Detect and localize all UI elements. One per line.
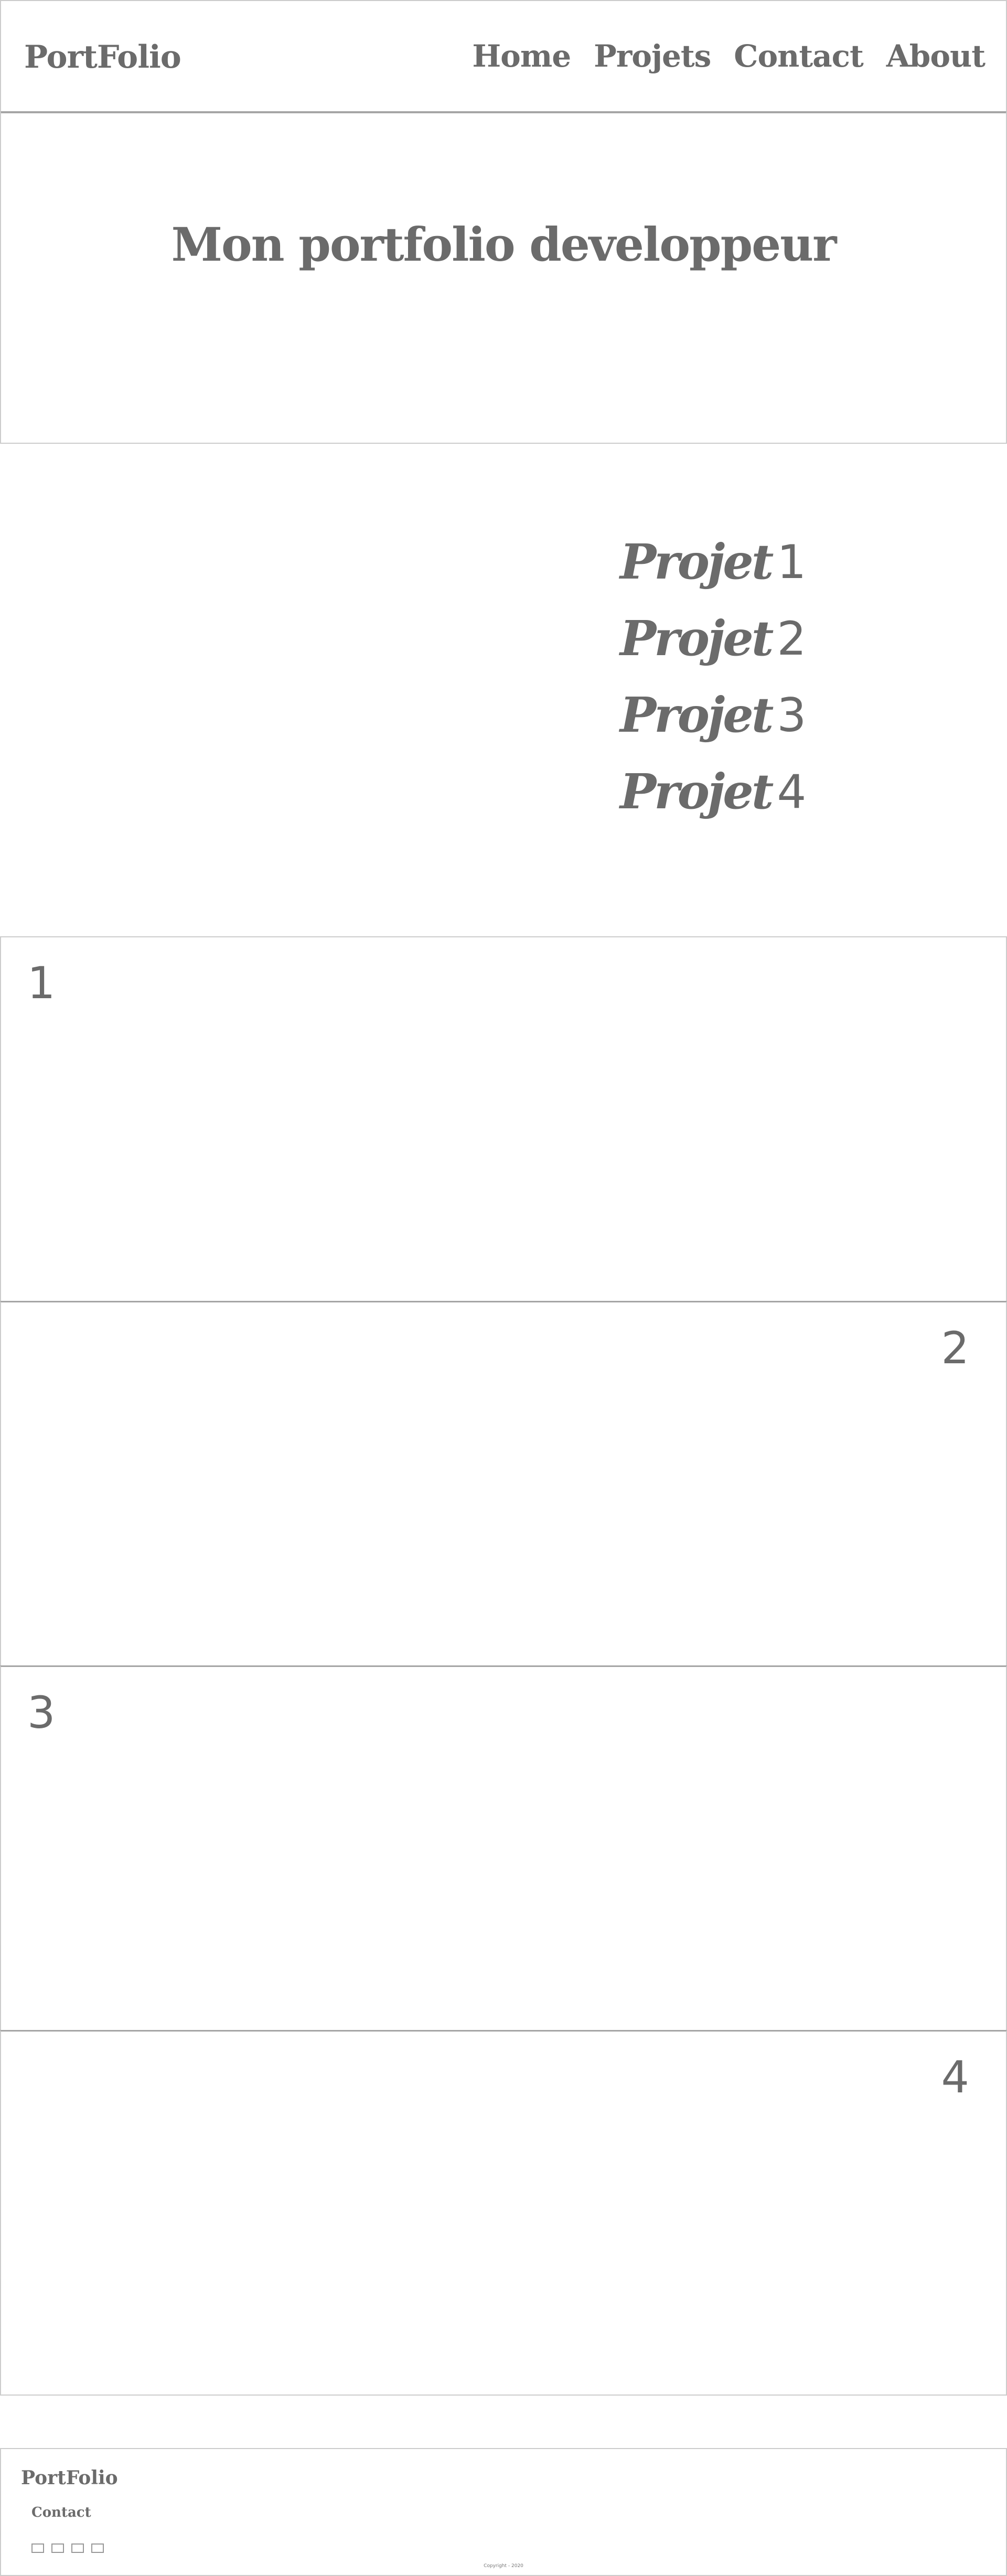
footer-brand[interactable]: PortFolio [21, 2467, 118, 2489]
project-index-item[interactable]: Projet 4 [620, 753, 806, 830]
nav-about-link[interactable]: About [886, 38, 985, 74]
project-number: 4 [941, 2051, 969, 2103]
social-icon-1[interactable] [31, 2543, 44, 2553]
project-index-word: Projet [620, 687, 774, 743]
project-index-word: Projet [620, 610, 774, 667]
project-index-number: 2 [777, 611, 807, 666]
footer-contact-link[interactable]: Contact [31, 2505, 91, 2520]
social-icon-2[interactable] [51, 2543, 64, 2553]
project-index-item[interactable]: Projet 1 [620, 523, 806, 600]
project-number: 3 [27, 1687, 56, 1738]
project-index-word: Projet [620, 763, 774, 820]
project-number: 2 [941, 1322, 969, 1374]
copyright-text: Copyright - 2020 [484, 2563, 523, 2569]
project-index-word: Projet [620, 533, 774, 590]
page: PortFolio Home Projets Contact About Mon… [0, 0, 1007, 2576]
nav-home-link[interactable]: Home [472, 38, 571, 74]
hero-section: Mon portfolio developpeur [0, 112, 1007, 444]
project-section-3: 3 [0, 1665, 1007, 2031]
main-nav: Home Projets Contact About [449, 38, 985, 74]
nav-contact-link[interactable]: Contact [734, 38, 863, 74]
project-index-number: 1 [777, 535, 807, 589]
project-index: Projet 1 Projet 2 Projet 3 Projet 4 [620, 523, 806, 830]
nav-projets-link[interactable]: Projets [594, 38, 711, 74]
social-icon-4[interactable] [91, 2543, 104, 2553]
social-icon-3[interactable] [71, 2543, 84, 2553]
project-section-2: 2 [0, 1301, 1007, 1666]
project-index-number: 3 [777, 688, 807, 742]
hero-title: Mon portfolio developpeur [171, 217, 837, 272]
site-footer: PortFolio Contact Copyright - 2020 [0, 2448, 1007, 2576]
brand-logo[interactable]: PortFolio [24, 39, 181, 76]
project-number: 1 [27, 957, 56, 1009]
site-header: PortFolio Home Projets Contact About [0, 0, 1007, 113]
project-index-item[interactable]: Projet 2 [620, 600, 806, 677]
project-section-4: 4 [0, 2030, 1007, 2396]
project-section-1: 1 [0, 936, 1007, 1302]
project-index-item[interactable]: Projet 3 [620, 677, 806, 753]
footer-social-icons [31, 2543, 111, 2553]
project-index-number: 4 [777, 764, 807, 819]
